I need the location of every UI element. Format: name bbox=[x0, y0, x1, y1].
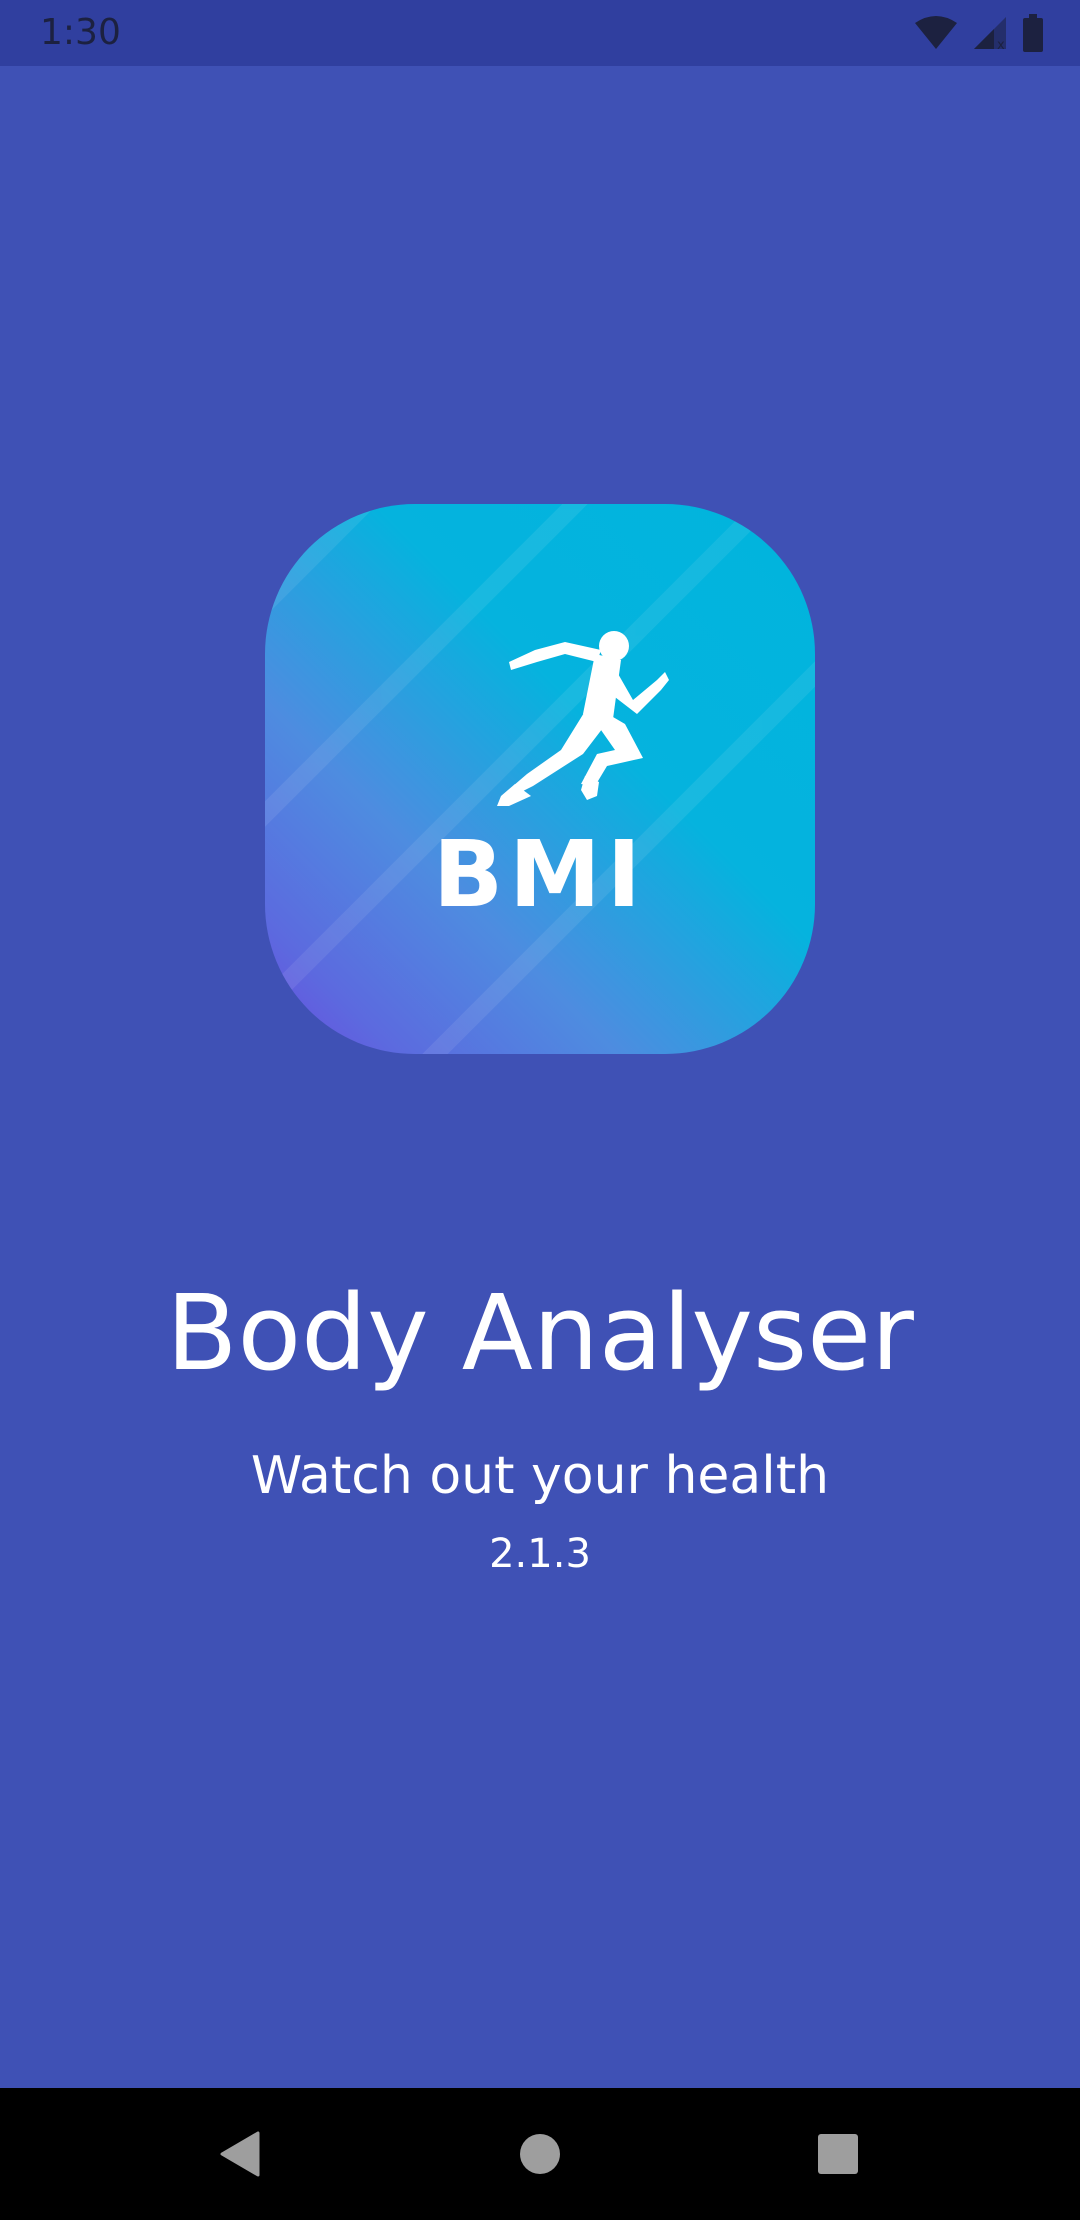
app-logo-icon: BMI bbox=[265, 504, 815, 1054]
splash-screen: 1:30 x BMI Body Analyser Watch out your … bbox=[0, 0, 1080, 2220]
status-time: 1:30 bbox=[40, 12, 121, 53]
cell-signal-icon: x bbox=[972, 15, 1008, 51]
status-bar: 1:30 x bbox=[0, 0, 1080, 66]
recents-button[interactable] bbox=[798, 2118, 878, 2190]
back-icon bbox=[220, 2131, 260, 2177]
recents-icon bbox=[818, 2134, 858, 2174]
app-version: 2.1.3 bbox=[489, 1531, 591, 1577]
home-button[interactable] bbox=[500, 2118, 580, 2190]
back-button[interactable] bbox=[200, 2118, 280, 2190]
running-man-icon bbox=[497, 631, 669, 806]
battery-icon bbox=[1022, 14, 1044, 52]
app-subtitle: Watch out your health bbox=[250, 1446, 830, 1506]
svg-text:x: x bbox=[997, 38, 1005, 51]
navigation-bar bbox=[0, 2088, 1080, 2220]
home-icon bbox=[520, 2134, 560, 2174]
wifi-icon bbox=[914, 15, 958, 51]
app-title: Body Analyser bbox=[166, 1272, 914, 1394]
status-icons: x bbox=[914, 14, 1044, 52]
logo-text: BMI bbox=[433, 821, 647, 928]
